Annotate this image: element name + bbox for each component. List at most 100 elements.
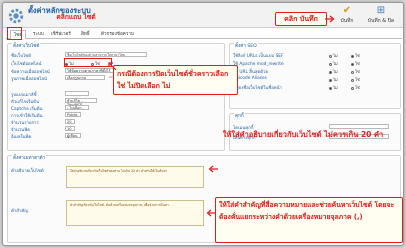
seo-no-label: ไม่ (333, 77, 338, 82)
radio-dot (351, 70, 354, 74)
seo-row-label: ใช้ Apache mod_rewrite (233, 62, 284, 67)
seo-row: Unicode Aliases ไม่ ใช่ (233, 76, 399, 83)
metadata-legend: ตั้งค่าเมทาดาต้า (12, 155, 47, 162)
keywords-textarea[interactable]: คำสำคัญเกี่ยวกับเว็บไซต์, คั่นด้วยเครื่อ… (66, 200, 204, 226)
site-name-input[interactable]: ชื่อเว็บไซต์ของท่านสามารถใส่ภาษาไทย (65, 52, 147, 57)
seo-yes-radio[interactable]: ใช่ (351, 68, 360, 75)
arrow-right-icon (325, 15, 335, 23)
tab-permissions[interactable]: สิทธิ์ (78, 30, 93, 39)
save-close-icon: ⊞ (376, 5, 386, 16)
mouseover-input[interactable] (65, 91, 89, 96)
keywords-label: คำสำคัญ (11, 209, 28, 214)
list-limit-select[interactable]: 20 (65, 119, 75, 124)
save-button-label: บันทึก (340, 18, 354, 24)
callout-save: คลิก บันทึก (275, 12, 327, 26)
feed-email-label: อีเมลในฟีด (11, 135, 32, 140)
callout-keywords: ให้ใส่คำสำคัญที่สื่อความหมายและช่วยค้นหา… (215, 197, 403, 243)
radio-dot (351, 86, 354, 90)
radio-dot (329, 78, 332, 82)
site-description-text: ใส่คำอธิบายเกี่ยวกับเว็บไซต์ของท่าน ไม่เ… (70, 169, 168, 173)
checkmark-icon: ✔ (342, 5, 352, 16)
captcha-select[interactable]: - ไม่เลือก - (65, 105, 89, 110)
seo-yes-label: ใช่ (355, 85, 360, 90)
seo-settings-legend: ตั้งค่า SEO (234, 43, 258, 50)
cookie-legend: คุกกี้ (234, 113, 245, 120)
offline-msg-label: ข้อความเมื่อออฟไลน์ (11, 70, 50, 75)
seo-no-label: ไม่ (333, 69, 338, 74)
tab-text-filters[interactable]: ตัวกรองข้อความ (98, 30, 137, 39)
seo-yes-label: ใช่ (355, 61, 360, 66)
admin-window: ตั้งค่าหลักของระบบ ✔ บันทึก ⊞ บันทึก & ป… (2, 2, 404, 246)
tab-bar: ไซต์ ระบบ เซิร์ฟเวอร์ สิทธิ์ ตัวกรองข้อค… (6, 29, 402, 39)
offline-label: เว็บไซต์ออฟไลน์ (11, 62, 42, 67)
access-select[interactable]: Public (65, 112, 81, 117)
feed-limit-label: จำนวนฟีด (11, 128, 31, 133)
seo-no-label: ไม่ (333, 61, 338, 66)
save-close-button[interactable]: ⊞ บันทึก & ปิด (365, 5, 397, 27)
arrow-left-icon (208, 165, 218, 173)
screenshot: ตั้งค่าหลักของระบบ ✔ บันทึก ⊞ บันทึก & ป… (0, 0, 406, 248)
site-name-row: ชื่อเว็บไซต์ ชื่อเว็บไซต์ของท่านสามารถใส… (11, 52, 223, 59)
radio-dot (329, 62, 332, 66)
captcha-row: Captcha เริ่มต้น - ไม่เลือก - (11, 105, 223, 112)
seo-no-radio[interactable]: ไม่ (329, 52, 338, 59)
offline-image-label: รูปภาพเมื่อออฟไลน์ (11, 77, 47, 82)
offline-image-field[interactable]: เลือกรูปภาพ (65, 75, 105, 80)
callout-description: ให้ใส่คำอธิบายเกี่ยวกับเว็บไซต์ ไม่ควรเก… (222, 130, 384, 139)
captcha-label: Captcha เริ่มต้น (11, 107, 43, 112)
editor-select[interactable]: ตัวแก้ไข - TinyMCE (65, 98, 97, 107)
radio-dot (329, 54, 332, 58)
seo-settings-fieldset: ตั้งค่า SEO ใช้ลิงก์ URLs เป็นแบบ SEF ไม… (229, 43, 401, 109)
feed-limit-select[interactable]: 10 (65, 126, 75, 131)
save-button[interactable]: ✔ บันทึก (331, 5, 363, 27)
feed-limit-row: จำนวนฟีด 10 (11, 126, 223, 133)
site-description-textarea[interactable]: ใส่คำอธิบายเกี่ยวกับเว็บไซต์ของท่าน ไม่เ… (66, 166, 204, 188)
seo-row-label: Unicode Aliases (233, 76, 267, 81)
seo-yes-label: ใช่ (355, 69, 360, 74)
seo-yes-radio[interactable]: ใช่ (351, 76, 360, 83)
tab-system[interactable]: ระบบ (30, 30, 47, 39)
seo-yes-radio[interactable]: ใช่ (351, 52, 360, 59)
seo-no-radio[interactable]: ไม่ (329, 76, 338, 83)
mouseover-label: รูปแบบเมาส์ชี้ (11, 93, 37, 98)
seo-row-label: แสดงชื่อเว็บไซต์ในชื่อหน้า (233, 86, 282, 91)
keywords-text: คำสำคัญเกี่ยวกับเว็บไซต์, คั่นด้วยเครื่อ… (70, 203, 169, 207)
radio-dot (329, 86, 332, 90)
arrow-left-icon (206, 209, 216, 217)
offline-radio-highlight (64, 58, 112, 67)
feed-email-row: อีเมลในฟีด ผู้เขียน (11, 133, 223, 140)
seo-row-label: ใช้ลิงก์ URLs เป็นแบบ SEF (233, 54, 284, 59)
seo-no-label: ไม่ (333, 85, 338, 90)
editor-row: ตัวแก้ไขเริ่มต้น ตัวแก้ไข - TinyMCE (11, 98, 223, 107)
seo-yes-label: ใช่ (355, 53, 360, 58)
gear-icon (8, 8, 24, 24)
seo-row: ใช้ Apache mod_rewrite ไม่ ใช่ (233, 60, 399, 67)
seo-no-radio[interactable]: ไม่ (329, 60, 338, 67)
seo-row: แสดงชื่อเว็บไซต์ในชื่อหน้า ไม่ ใช่ (233, 84, 399, 91)
seo-no-radio[interactable]: ไม่ (329, 84, 338, 91)
editor-label: ตัวแก้ไขเริ่มต้น (11, 100, 40, 105)
site-settings-fieldset: ตั้งค่าเว็บไซต์ ชื่อเว็บไซต์ ชื่อเว็บไซต… (7, 43, 225, 151)
tab-server[interactable]: เซิร์ฟเวอร์ (48, 30, 74, 39)
site-name-label: ชื่อเว็บไซต์ (11, 54, 31, 59)
list-limit-label: จำนวนรายการ (11, 121, 39, 126)
access-label: การเข้าใช้เริ่มต้น (11, 114, 43, 119)
seo-no-radio[interactable]: ไม่ (329, 68, 338, 75)
radio-dot (351, 78, 354, 82)
seo-yes-label: ใช่ (355, 77, 360, 82)
radio-dot (351, 54, 354, 58)
feed-email-select[interactable]: ผู้เขียน (65, 133, 81, 138)
seo-row: ใช้ลิงก์ URLs เป็นแบบ SEF ไม่ ใช่ (233, 52, 399, 59)
radio-dot (329, 70, 332, 74)
seo-yes-radio[interactable]: ใช่ (351, 84, 360, 91)
site-description-label: คำอธิบายเว็บไซต์ (11, 169, 44, 174)
site-tab-highlight (7, 27, 22, 40)
seo-yes-radio[interactable]: ใช่ (351, 60, 360, 67)
arrow-up-left-icon (108, 62, 117, 71)
callout-offline: กรณีต้องการปิดเว็บไซต์ชั่วคราวเลือก ใช่ … (113, 65, 238, 95)
seo-no-label: ไม่ (333, 53, 338, 58)
seo-row-label: ใช้ URL สิ้นสุดด้วย (233, 70, 268, 75)
save-close-label: บันทึก & ปิด (367, 18, 395, 24)
radio-dot (351, 62, 354, 66)
callout-site-tab: คลิกแถบ ไซต์ (56, 13, 96, 21)
